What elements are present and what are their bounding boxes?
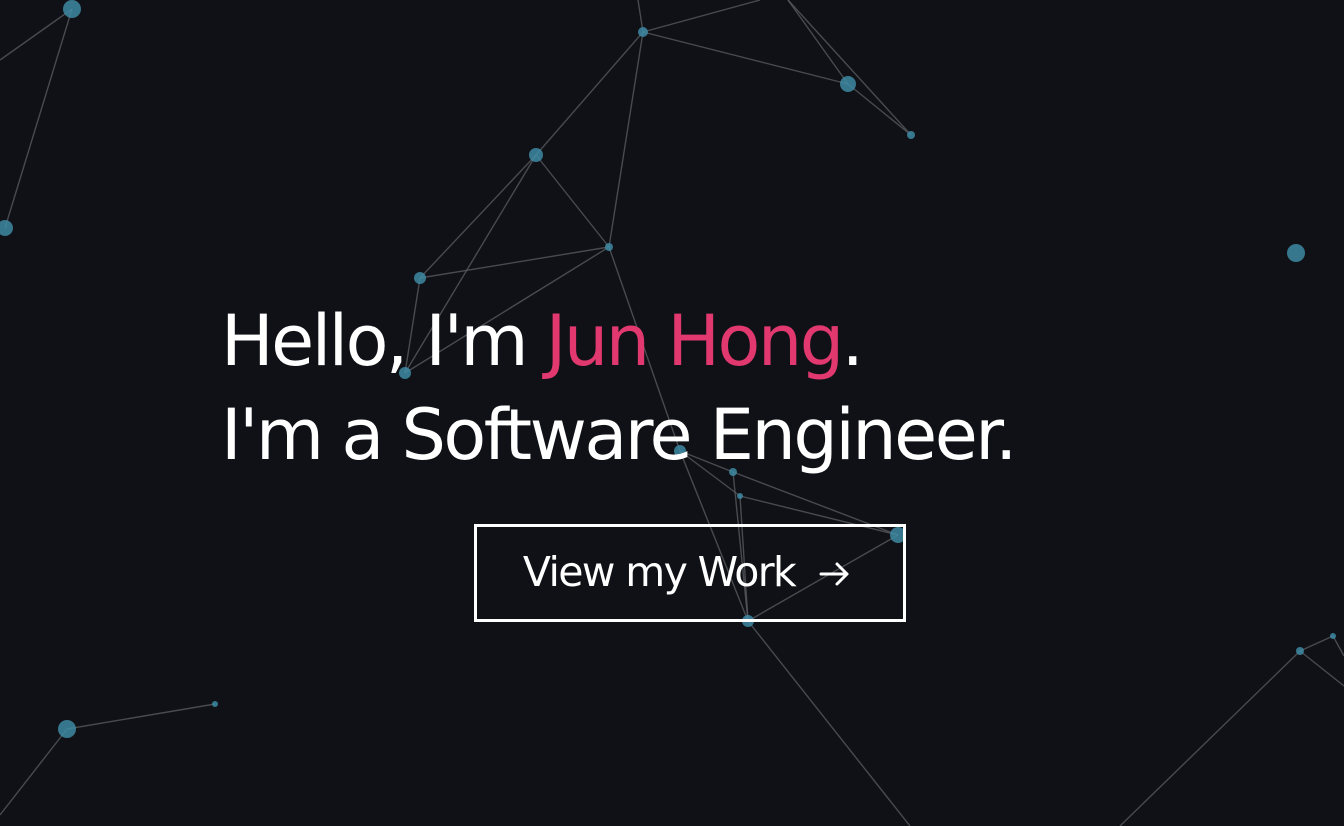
- greeting-period: .: [841, 300, 864, 382]
- particle-link: [787, 0, 912, 136]
- role-line: I'm a Software Engineer.: [221, 394, 1017, 476]
- particle-link: [847, 83, 912, 136]
- particle-link: [642, 0, 761, 33]
- particle-node: [840, 76, 856, 92]
- particle-node: [737, 493, 743, 499]
- hero-headline: Hello, I'm Jun Hong. I'm a Software Engi…: [221, 294, 1201, 482]
- particle-link: [1299, 650, 1344, 687]
- particle-node: [907, 131, 915, 139]
- particle-link: [1119, 650, 1301, 826]
- particle-node: [212, 701, 218, 707]
- particle-link: [1299, 635, 1334, 652]
- particle-node: [1330, 633, 1336, 639]
- particle-link: [747, 620, 911, 826]
- particle-node: [529, 148, 543, 162]
- arrow-right-icon: [819, 562, 849, 586]
- particle-link: [535, 154, 610, 248]
- particle-link: [419, 246, 610, 279]
- particle-link: [4, 8, 73, 229]
- particle-link: [0, 8, 73, 61]
- greeting-prefix: Hello, I'm: [221, 300, 546, 382]
- hero-section: Hello, I'm Jun Hong. I'm a Software Engi…: [0, 0, 1344, 826]
- particle-node: [1296, 647, 1304, 655]
- particle-node: [1287, 244, 1305, 262]
- particle-node: [58, 720, 76, 738]
- particle-link: [419, 154, 537, 279]
- developer-name: Jun Hong: [545, 300, 844, 382]
- particle-node: [0, 220, 13, 236]
- particle-node: [63, 0, 81, 18]
- particle-node: [605, 243, 613, 251]
- view-my-work-label: View my Work: [522, 548, 797, 596]
- greeting-line: Hello, I'm Jun Hong.: [221, 294, 1201, 388]
- view-my-work-button[interactable]: View my Work: [474, 524, 906, 622]
- particle-link: [1332, 635, 1344, 657]
- particle-link: [0, 728, 68, 816]
- particle-node: [638, 27, 648, 37]
- particle-link: [66, 703, 216, 730]
- particle-node: [414, 272, 426, 284]
